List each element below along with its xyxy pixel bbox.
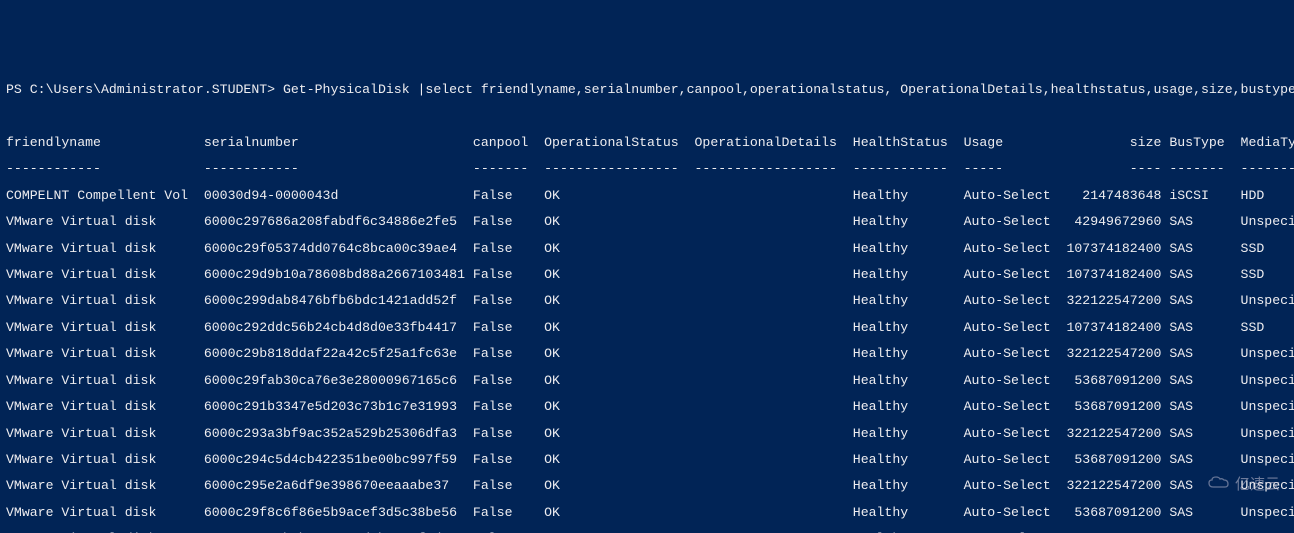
table-row: VMware Virtual disk 6000c29f8c6f86e5b9ac… xyxy=(6,506,1288,519)
table-row: VMware Virtual disk 6000c297686a208fabdf… xyxy=(6,215,1288,228)
ps-prompt: PS C:\Users\Administrator.STUDENT> xyxy=(6,82,283,97)
table-row: VMware Virtual disk 6000c29d9b10a78608bd… xyxy=(6,268,1288,281)
table-row: VMware Virtual disk 6000c292ddc56b24cb4d… xyxy=(6,321,1288,334)
table-divider: ------------ ------------ ------- ------… xyxy=(6,162,1288,175)
watermark-text: 亿速云 xyxy=(1235,478,1280,493)
cloud-icon xyxy=(1171,460,1231,510)
blank-line xyxy=(6,110,1288,123)
table-row: VMware Virtual disk 6000c294c5d4cb422351… xyxy=(6,453,1288,466)
ps-command: Get-PhysicalDisk |select friendlyname,se… xyxy=(283,82,1294,97)
watermark: 亿速云 xyxy=(1171,460,1280,510)
table-row: VMware Virtual disk 6000c299dab8476bfb6b… xyxy=(6,294,1288,307)
table-row: VMware Virtual disk 6000c29b818ddaf22a42… xyxy=(6,347,1288,360)
table-row: VMware Virtual disk 6000c29fab30ca76e3e2… xyxy=(6,374,1288,387)
table-row: VMware Virtual disk 6000c291b3347e5d203c… xyxy=(6,400,1288,413)
table-header: friendlyname serialnumber canpool Operat… xyxy=(6,136,1288,149)
table-row: VMware Virtual disk 6000c295e2a6df9e3986… xyxy=(6,479,1288,492)
table-row: VMware Virtual disk 6000c29794b9b717636c… xyxy=(6,532,1288,533)
powershell-terminal[interactable]: PS C:\Users\Administrator.STUDENT> Get-P… xyxy=(0,66,1294,533)
table-body: COMPELNT Compellent Vol 00030d94-0000043… xyxy=(6,189,1288,533)
table-row: COMPELNT Compellent Vol 00030d94-0000043… xyxy=(6,189,1288,202)
table-row: VMware Virtual disk 6000c293a3bf9ac352a5… xyxy=(6,427,1288,440)
table-row: VMware Virtual disk 6000c29f05374dd0764c… xyxy=(6,242,1288,255)
prompt-line: PS C:\Users\Administrator.STUDENT> Get-P… xyxy=(6,83,1288,96)
